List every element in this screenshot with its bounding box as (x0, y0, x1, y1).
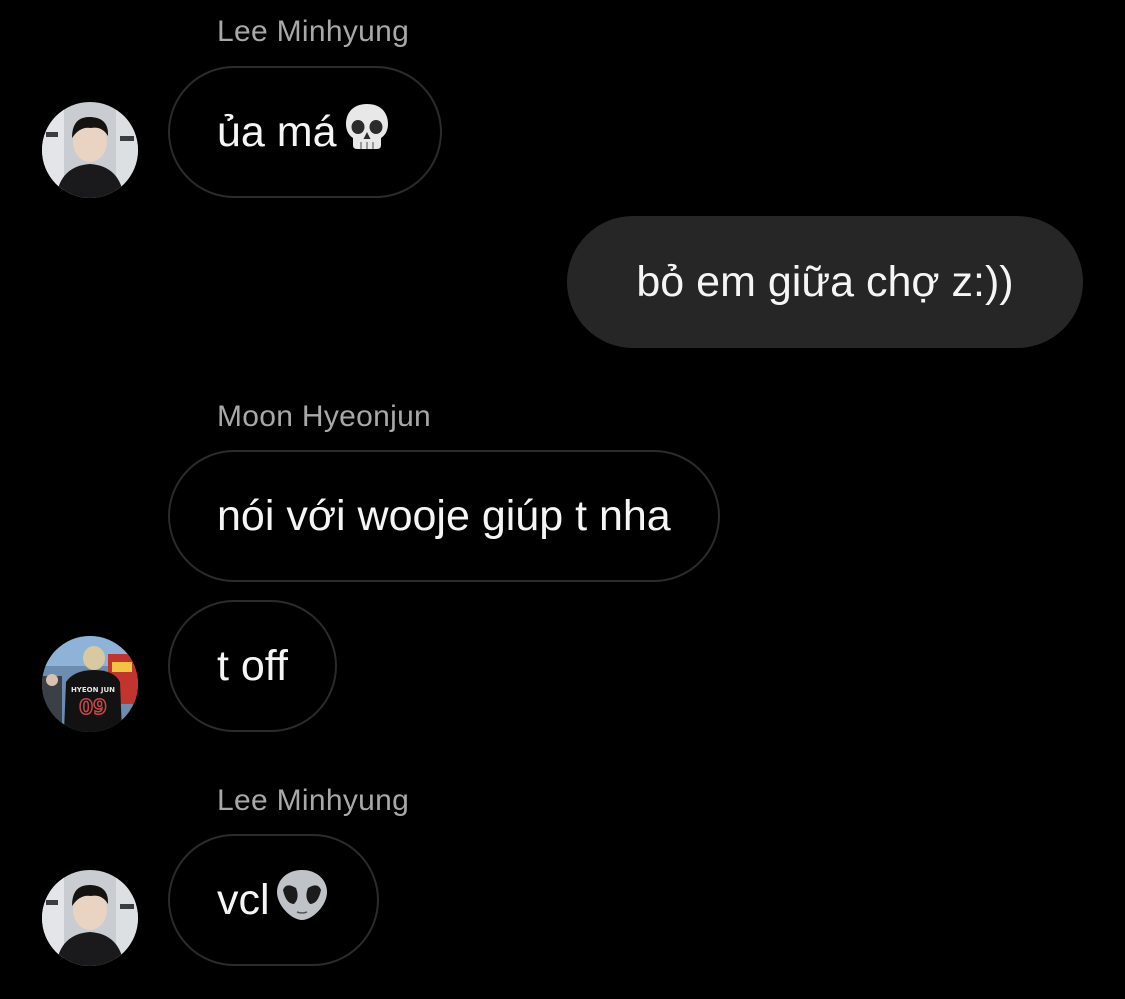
message-text: nói với wooje giúp t nha (217, 491, 671, 540)
jersey-number: 09 (79, 695, 107, 719)
sender-name: Lee Minhyung (217, 784, 410, 817)
avatar[interactable] (42, 870, 138, 966)
sender-name: Lee Minhyung (217, 15, 410, 48)
skull-icon (341, 101, 393, 164)
message-bubble-incoming[interactable]: nói với wooje giúp t nha (168, 450, 720, 582)
avatar[interactable]: HYEON JUN 09 (42, 636, 138, 732)
message-text: t off (217, 641, 288, 690)
message-bubble-incoming[interactable]: ủa má (168, 66, 442, 198)
sender-name: Moon Hyeonjun (217, 400, 432, 433)
message-text: bỏ em giữa chợ z:)) (636, 257, 1014, 306)
message-bubble-incoming[interactable]: vcl (168, 834, 379, 966)
alien-icon (274, 868, 330, 933)
message-text: vcl (217, 875, 270, 924)
message-bubble-outgoing[interactable]: bỏ em giữa chợ z:)) (567, 216, 1083, 348)
avatar[interactable] (42, 102, 138, 198)
message-text: ủa má (217, 107, 337, 156)
message-bubble-incoming[interactable]: t off (168, 600, 337, 732)
jersey-name: HYEON JUN (71, 686, 115, 694)
